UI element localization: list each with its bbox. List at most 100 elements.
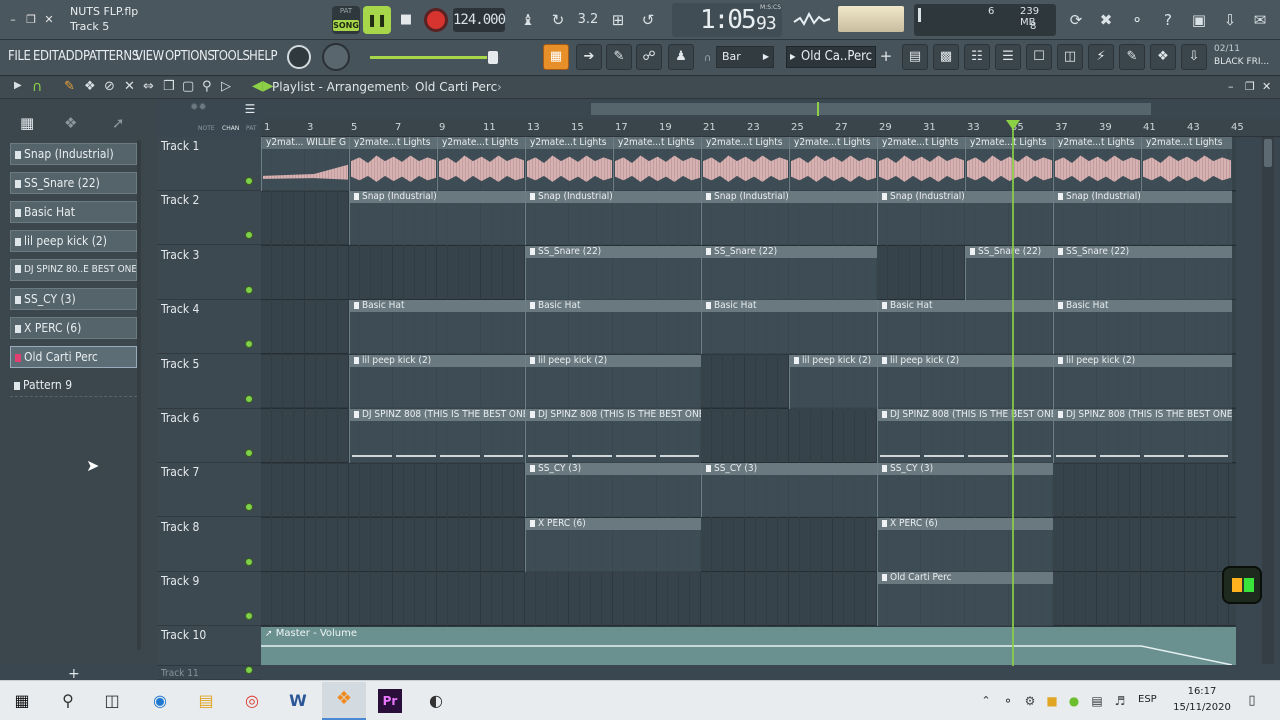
mute-tool-icon[interactable]: ✕	[124, 79, 135, 94]
track-header[interactable]: Track 11	[157, 662, 261, 679]
pattern-clip[interactable]: Basic Hat	[349, 300, 525, 354]
word-icon[interactable]: W	[286, 689, 310, 713]
track-header[interactable]: Track 8	[157, 518, 261, 572]
piano-roll-icon[interactable]: ▩	[933, 44, 959, 70]
search-icon[interactable]: ⚲	[56, 689, 80, 713]
pattern-item[interactable]: SS_Snare (22)	[10, 172, 137, 194]
audio-clip[interactable]: y2mate...t Lights	[349, 137, 437, 191]
pattern-item[interactable]: DJ SPINZ 80..E BEST ONE)	[10, 259, 137, 281]
premiere-icon[interactable]: Pr	[378, 689, 402, 713]
show-hidden-icons[interactable]: ⌃	[974, 689, 998, 713]
pause-button[interactable]: ❚❚	[363, 6, 391, 34]
menu-view[interactable]: VIEW	[135, 49, 164, 64]
track-mute-led[interactable]	[245, 449, 253, 457]
zoom-tool-icon[interactable]: ⚲	[202, 79, 212, 94]
track-header[interactable]: Track 4	[157, 300, 261, 354]
record-button[interactable]	[424, 8, 448, 32]
pattern-clip[interactable]: SS_CY (3)	[877, 463, 1053, 517]
automation-clip[interactable]: ➚ Master - Volume	[261, 627, 1236, 665]
pattern-clip[interactable]: Snap (Industrial)	[701, 191, 877, 245]
pattern-clip[interactable]: lil peep kick (2)	[349, 355, 525, 409]
pattern-clip[interactable]: SS_Snare (22)	[701, 246, 877, 300]
audio-clip[interactable]: y2mate...t Lights	[789, 137, 877, 191]
audio-clip[interactable]: y2mate...t Lights	[877, 137, 965, 191]
track-header[interactable]: Track 2	[157, 191, 261, 245]
pattern-clip[interactable]: DJ SPINZ 808 (THIS IS THE BEST ONE)	[525, 409, 701, 463]
volume-icon[interactable]: ♬	[1108, 689, 1132, 713]
timeline-ruler[interactable]	[261, 119, 1280, 137]
pattern-item[interactable]: lil peep kick (2)	[10, 230, 137, 252]
refresh-icon[interactable]: ⟳	[1064, 8, 1088, 32]
link-tool-button[interactable]: ☍	[636, 44, 662, 70]
mic-tray-icon[interactable]: ⚬	[996, 689, 1020, 713]
track-header[interactable]: Track 5	[157, 355, 261, 409]
track-mute-led[interactable]	[245, 231, 253, 239]
pattern-clip[interactable]: SS_Snare (22)	[1053, 246, 1232, 300]
playlist-vertical-scrollbar[interactable]	[1262, 137, 1274, 664]
playlist-arrow-icon[interactable]: ◀▶	[252, 78, 274, 94]
help-icon[interactable]: ?	[1156, 8, 1180, 32]
slip-tool-icon[interactable]: ⇔	[143, 79, 154, 94]
pattern-clip[interactable]: DJ SPINZ 808 (THIS IS THE BEST ONE)	[1053, 409, 1232, 463]
pattern-item[interactable]: SS_CY (3)	[10, 288, 137, 310]
audio-clip[interactable]: y2mate...t Lights	[1053, 137, 1141, 191]
playlist-arrange-icon[interactable]: ▤	[902, 44, 928, 70]
tempo-tap-icon[interactable]: ✎	[1119, 44, 1145, 70]
menu-patterns[interactable]: PATTERNS	[83, 49, 139, 64]
pattern-clip[interactable]: SS_CY (3)	[701, 463, 877, 517]
mixer-icon[interactable]: ☰	[995, 44, 1021, 70]
windows-start-icon[interactable]: ▦	[10, 689, 34, 713]
save-icon[interactable]: ▣	[1187, 8, 1211, 32]
countdown-icon[interactable]: 3.2	[576, 8, 600, 32]
pattern-item[interactable]: Pattern 9	[10, 375, 137, 397]
pattern-selector[interactable]: ▶ Old Ca..Perc	[786, 46, 876, 68]
menu-file[interactable]: FILE	[8, 49, 31, 64]
file-explorer-icon[interactable]: ▤	[194, 689, 218, 713]
notifications-icon[interactable]: ▯	[1240, 689, 1264, 713]
pattern-clip[interactable]: Basic Hat	[877, 300, 1053, 354]
task-view-icon[interactable]: ◫	[100, 689, 124, 713]
chrome-icon[interactable]: ◎	[240, 689, 264, 713]
channel-rack-icon[interactable]: ☷	[964, 44, 990, 70]
meter-widget[interactable]	[1222, 566, 1262, 604]
track-mute-led[interactable]	[245, 340, 253, 348]
pattern-clip[interactable]: SS_Snare (22)	[525, 246, 701, 300]
track-mute-led[interactable]	[245, 395, 253, 403]
edge-browser-icon[interactable]: ◉	[148, 689, 172, 713]
volume-slider-handle[interactable]	[488, 51, 498, 64]
picker-scrollbar[interactable]	[137, 140, 141, 650]
track-mute-led[interactable]	[245, 286, 253, 294]
playlist-window-button[interactable]: ▦	[543, 44, 569, 70]
audio-clip[interactable]: y2mate...t Lights	[965, 137, 1053, 191]
add-pattern-icon[interactable]: +	[877, 46, 895, 68]
audio-clip[interactable]: y2mate...t Lights	[613, 137, 701, 191]
tempo-display[interactable]: 124.000	[453, 8, 506, 32]
pattern-clip[interactable]: X PERC (6)	[525, 518, 701, 572]
audio-clip[interactable]: y2mate...t Lights	[1141, 137, 1232, 191]
picker-patterns-icon[interactable]: ▦	[20, 114, 34, 132]
pattern-clip[interactable]: lil peep kick (2)	[525, 355, 701, 409]
menu-tools[interactable]: TOOLS	[212, 49, 250, 64]
audio-clip[interactable]: y2mate...t Lights	[437, 137, 525, 191]
overview-viewport[interactable]	[591, 103, 1151, 115]
playlist-overview[interactable]	[261, 101, 1261, 117]
menu-edit[interactable]: EDIT	[33, 49, 59, 64]
pattern-clip[interactable]: Snap (Industrial)	[349, 191, 525, 245]
pointer-tool-button[interactable]: ➔	[576, 44, 602, 70]
slice-tool-icon[interactable]: ❒	[163, 79, 175, 94]
playlist-close-icon[interactable]: ✕	[1262, 80, 1271, 93]
playlist-grid[interactable]: y2mat... WILLIE G y2mate...t Lights y2ma…	[261, 137, 1236, 665]
ruler-scroll-arrows[interactable]: ✹✹	[190, 102, 250, 116]
pattern-clip[interactable]: X PERC (6)	[877, 518, 1053, 572]
track-header[interactable]: Track 3	[157, 246, 261, 300]
picker-audio-icon[interactable]: ❖	[64, 114, 77, 132]
browser-icon[interactable]: ☐	[1026, 44, 1052, 70]
pattern-clip[interactable]: Snap (Industrial)	[525, 191, 701, 245]
audio-clip[interactable]: y2mate...t Lights	[525, 137, 613, 191]
pattern-clip[interactable]: DJ SPINZ 808 (THIS IS THE BEST ONE)	[877, 409, 1053, 463]
metronome-icon[interactable]: ♝	[516, 8, 540, 32]
main-volume-slider[interactable]	[370, 56, 500, 59]
track-mute-led[interactable]	[245, 503, 253, 511]
menu-options[interactable]: OPTIONS	[165, 49, 215, 64]
track-header[interactable]: Track 9	[157, 572, 261, 626]
